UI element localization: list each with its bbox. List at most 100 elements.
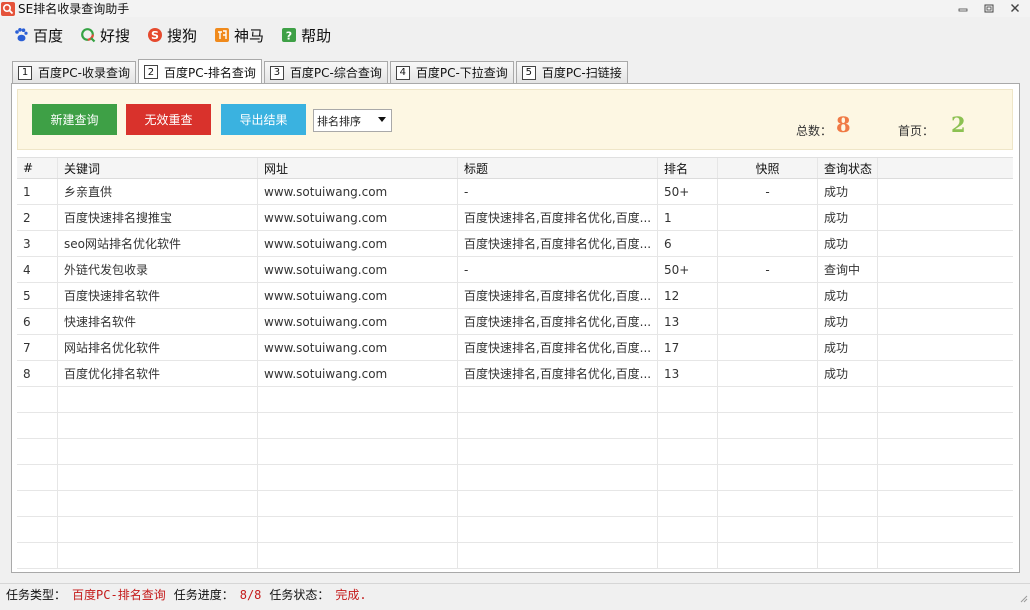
query-toolbar: 新建查询 无效重查 导出结果 排名排序 总数： 8 首页： 2 — [17, 89, 1013, 150]
empty-cell — [878, 387, 1013, 412]
empty-table-row — [17, 491, 1013, 517]
table-row[interactable]: 2 百度快速排名搜推宝 www.sotuiwang.com 百度快速排名,百度排名优化… — [17, 205, 1013, 231]
cell-snapshot — [718, 231, 818, 256]
cell-status: 成功 — [818, 205, 878, 230]
cell-url: www.sotuiwang.com — [258, 283, 458, 308]
cell-status: 成功 — [818, 179, 878, 204]
table-row[interactable]: 5 百度快速排名软件 www.sotuiwang.com 百度快速排名,百度排名优化,… — [17, 283, 1013, 309]
empty-cell — [17, 491, 58, 516]
menu-help[interactable]: ? 帮助 — [280, 25, 331, 46]
cell-index: 5 — [17, 283, 58, 308]
tab-label: 百度PC-收录查询 — [38, 66, 130, 80]
cell-keyword: 快速排名软件 — [58, 309, 258, 334]
column-header-snapshot[interactable]: 快照 — [718, 158, 818, 178]
empty-cell — [718, 543, 818, 568]
cell-rank: 50+ — [658, 179, 718, 204]
empty-cell — [878, 491, 1013, 516]
cell-snapshot — [718, 283, 818, 308]
cell-status: 查询中 — [818, 257, 878, 282]
tab-baidu-pc-combined[interactable]: 3 百度PC-综合查询 — [263, 61, 388, 83]
window-title: SE排名收录查询助手 — [18, 2, 130, 16]
empty-cell — [878, 439, 1013, 464]
restore-button[interactable] — [980, 1, 998, 14]
cell-url: www.sotuiwang.com — [258, 361, 458, 386]
engine-menu-bar: 百度 好搜 S 搜狗 神马 ? 帮助 — [0, 21, 1030, 49]
column-header-title[interactable]: 标题 — [458, 158, 658, 178]
baidu-paw-icon — [12, 26, 30, 44]
tab-number: 5 — [521, 65, 536, 80]
empty-cell — [17, 465, 58, 490]
empty-cell — [718, 465, 818, 490]
task-progress-label: 任务进度： — [173, 588, 234, 602]
resize-grip-icon[interactable] — [1018, 593, 1028, 603]
empty-cell — [718, 413, 818, 438]
restore-icon — [984, 4, 994, 12]
table-row[interactable]: 8 百度优化排名软件 www.sotuiwang.com 百度快速排名,百度排名优化,… — [17, 361, 1013, 387]
invalid-requery-button[interactable]: 无效重查 — [126, 104, 211, 135]
table-row[interactable]: 7 网站排名优化软件 www.sotuiwang.com 百度快速排名,百度排名优化,… — [17, 335, 1013, 361]
cell-status: 成功 — [818, 309, 878, 334]
tab-baidu-pc-dropdown[interactable]: 4 百度PC-下拉查询 — [389, 61, 514, 83]
empty-table-row — [17, 543, 1013, 569]
menu-haosou-label: 好搜 — [100, 26, 131, 45]
table-row[interactable]: 3 seo网站排名优化软件 www.sotuiwang.com 百度快速排名,百度排名… — [17, 231, 1013, 257]
empty-cell — [258, 517, 458, 542]
column-header-url[interactable]: 网址 — [258, 158, 458, 178]
menu-sogou[interactable]: S 搜狗 — [146, 25, 197, 46]
cell-snapshot: - — [718, 179, 818, 204]
table-row[interactable]: 1 乡亲直供 www.sotuiwang.com -50+ - 成功 — [17, 179, 1013, 205]
sort-select[interactable]: 排名排序 — [313, 109, 392, 132]
tab-baidu-pc-ranking[interactable]: 2 百度PC-排名查询 — [137, 59, 262, 84]
cell-url: www.sotuiwang.com — [258, 205, 458, 230]
tab-number: 3 — [269, 65, 284, 80]
empty-cell — [458, 413, 658, 438]
empty-cell — [818, 491, 878, 516]
empty-cell — [258, 465, 458, 490]
column-header-index[interactable]: # — [17, 158, 58, 178]
shenma-icon — [213, 26, 231, 44]
empty-cell — [17, 517, 58, 542]
cell-url: www.sotuiwang.com — [258, 231, 458, 256]
tab-baidu-pc-indexing[interactable]: 1 百度PC-收录查询 — [12, 61, 136, 83]
empty-cell — [58, 439, 258, 464]
cell-keyword: 网站排名优化软件 — [58, 335, 258, 360]
minimize-button[interactable] — [954, 1, 972, 14]
empty-cell — [658, 465, 718, 490]
cell-extra — [878, 205, 1013, 230]
new-query-button[interactable]: 新建查询 — [32, 104, 117, 135]
tab-label: 百度PC-扫链接 — [541, 66, 622, 80]
empty-cell — [878, 543, 1013, 568]
table-row[interactable]: 4 外链代发包收录 www.sotuiwang.com -50+ - 查询中 — [17, 257, 1013, 283]
cell-title: 百度快速排名,百度排名优化,百度... — [458, 361, 658, 386]
tab-baidu-pc-scan-links[interactable]: 5 百度PC-扫链接 — [515, 61, 628, 83]
export-results-button[interactable]: 导出结果 — [221, 104, 306, 135]
first-page-value: 2 — [951, 112, 966, 137]
cell-extra — [878, 257, 1013, 282]
cell-keyword: 百度优化排名软件 — [58, 361, 258, 386]
table-row[interactable]: 6 快速排名软件 www.sotuiwang.com 百度快速排名,百度排名优化,百度… — [17, 309, 1013, 335]
empty-table-row — [17, 465, 1013, 491]
cell-keyword: 外链代发包收录 — [58, 257, 258, 282]
menu-shenma[interactable]: 神马 — [213, 25, 264, 46]
cell-extra — [878, 335, 1013, 360]
cell-extra — [878, 361, 1013, 386]
help-icon: ? — [280, 26, 298, 44]
column-header-rank[interactable]: 排名 — [658, 158, 718, 178]
empty-cell — [718, 439, 818, 464]
cell-snapshot — [718, 335, 818, 360]
column-header-extra — [878, 158, 1013, 178]
empty-cell — [658, 413, 718, 438]
column-header-status[interactable]: 查询状态 — [818, 158, 878, 178]
column-header-keyword[interactable]: 关键词 — [58, 158, 258, 178]
empty-cell — [818, 413, 878, 438]
menu-baidu[interactable]: 百度 — [12, 25, 63, 46]
cell-rank: 1 — [658, 205, 718, 230]
cell-rank: 50+ — [658, 257, 718, 282]
cell-status: 成功 — [818, 283, 878, 308]
menu-haosou[interactable]: 好搜 — [79, 25, 130, 46]
close-button[interactable] — [1006, 1, 1024, 14]
cell-extra — [878, 179, 1013, 204]
cell-title: 百度快速排名,百度排名优化,百度... — [458, 231, 658, 256]
empty-cell — [818, 387, 878, 412]
empty-cell — [258, 491, 458, 516]
